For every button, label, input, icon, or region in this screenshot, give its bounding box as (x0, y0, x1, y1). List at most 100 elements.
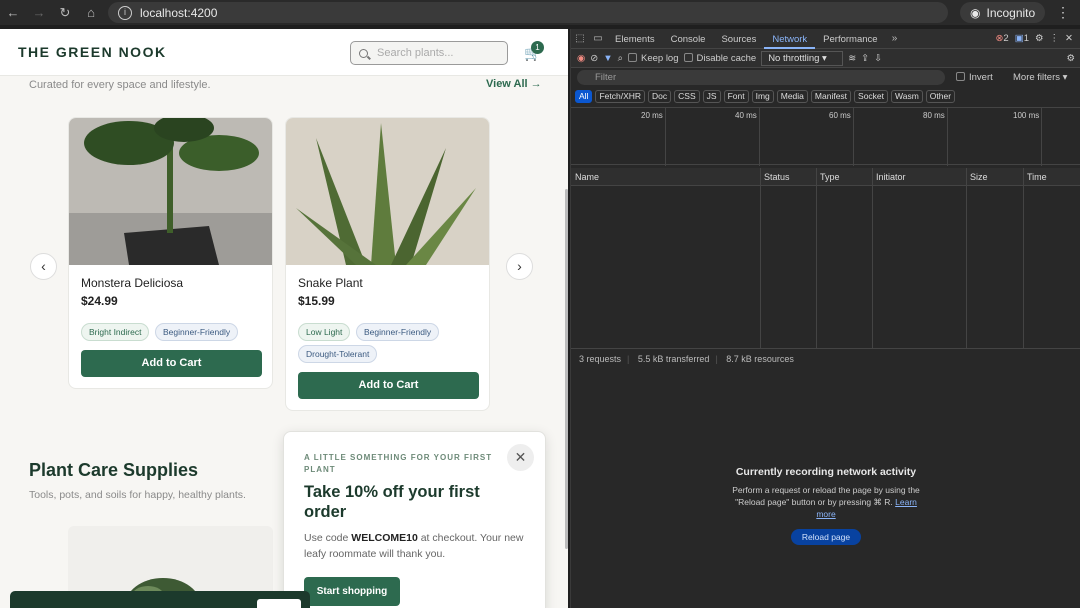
column-size[interactable]: Size (966, 168, 988, 186)
popup-title: Take 10% off your first order (304, 483, 480, 521)
devtools-menu-icon[interactable]: ⋮ (1050, 33, 1060, 44)
column-initiator[interactable]: Initiator (872, 168, 906, 186)
product-image-snake-plant[interactable] (286, 118, 489, 265)
page-scrollbar[interactable] (565, 189, 568, 549)
search-icon[interactable]: ⌕ (618, 53, 623, 64)
inspect-element-icon[interactable]: ⬚ (571, 33, 589, 44)
popup-kicker: A LITTLE SOMETHING FOR YOUR FIRST PLANT (304, 453, 493, 474)
timeline-mark: 20 ms (641, 111, 663, 120)
tab-network[interactable]: Network (764, 29, 816, 49)
import-har-icon[interactable]: ⇪ (861, 53, 869, 64)
type-filter-js[interactable]: JS (702, 90, 721, 103)
forward-icon[interactable]: → (26, 5, 52, 20)
record-icon[interactable]: ◉ (577, 53, 585, 64)
tab-console[interactable]: Console (663, 29, 714, 49)
url-text: localhost:4200 (140, 5, 218, 20)
section-title: Plant Care Supplies (29, 460, 199, 480)
view-all-link[interactable]: View All → (486, 78, 542, 90)
network-toolbar: ◉ ⊘ ▼ ⌕ Keep log Disable cache No thrott… (571, 49, 1080, 68)
type-filter-socket[interactable]: Socket (854, 90, 889, 103)
column-type[interactable]: Type (816, 168, 840, 186)
product-price: $24.99 (81, 294, 118, 308)
carousel-next-button[interactable]: › (506, 253, 533, 280)
tab-sources[interactable]: Sources (713, 29, 764, 49)
back-icon[interactable]: ← (0, 5, 26, 20)
type-filter-doc[interactable]: Doc (648, 90, 672, 103)
network-settings-icon[interactable]: ⚙ (1066, 53, 1080, 64)
product-tag: Low Light (298, 323, 351, 341)
disable-cache-checkbox[interactable]: Disable cache (683, 52, 756, 64)
product-tag: Beginner-Friendly (356, 323, 440, 341)
popup-body-text: Use code (304, 532, 352, 544)
type-filter-wasm[interactable]: Wasm (891, 90, 923, 103)
product-tag: Bright Indirect (81, 323, 150, 341)
column-time[interactable]: Time (1023, 168, 1047, 186)
product-image-monstera[interactable] (69, 118, 272, 265)
site-info-icon[interactable]: i (118, 5, 132, 20)
clear-icon[interactable]: ⊘ (590, 53, 598, 64)
resources-size: 8.7 kB resources (726, 354, 794, 364)
more-tabs-icon[interactable]: » (886, 33, 904, 44)
reload-page-button[interactable]: Reload page (791, 529, 861, 545)
product-tag: Drought-Tolerant (298, 345, 378, 363)
incognito-icon: ◉ (970, 5, 981, 20)
type-filter-img[interactable]: Img (751, 90, 774, 103)
product-name[interactable]: Monstera Deliciosa (81, 276, 183, 290)
carousel-prev-button[interactable]: ‹ (30, 253, 57, 280)
product-price: $15.99 (298, 294, 335, 308)
more-filters-button[interactable]: More filters ▾ (1013, 72, 1067, 83)
network-overview-timeline[interactable]: 20 ms 40 ms 60 ms 80 ms 100 ms (571, 107, 1080, 166)
start-shopping-button[interactable]: Start shopping (304, 577, 400, 606)
product-tag: Beginner-Friendly (155, 323, 239, 341)
incognito-badge[interactable]: ◉ Incognito (960, 2, 1046, 23)
errors-count[interactable]: ⊗2 (995, 33, 1008, 44)
home-icon[interactable]: ⌂ (78, 5, 104, 20)
filter-icon[interactable]: ▼ (603, 53, 612, 64)
close-devtools-icon[interactable]: ✕ (1065, 33, 1073, 44)
timeline-mark: 60 ms (829, 111, 851, 120)
column-name[interactable]: Name (571, 168, 599, 186)
banner-button[interactable] (257, 599, 301, 608)
messages-count[interactable]: ▣1 (1015, 33, 1029, 44)
popup-body: Use code WELCOME10 at checkout. Your new… (304, 530, 529, 562)
timeline-mark: 80 ms (923, 111, 945, 120)
type-filter-css[interactable]: CSS (674, 90, 700, 103)
reload-icon[interactable]: ↻ (52, 5, 78, 21)
tab-elements[interactable]: Elements (607, 29, 663, 49)
recording-title: Currently recording network activity (735, 466, 917, 478)
address-bar[interactable]: i localhost:4200 (108, 2, 948, 23)
settings-icon[interactable]: ⚙ (1035, 33, 1044, 44)
add-to-cart-button[interactable]: Add to Cart (81, 350, 262, 377)
filter-input[interactable]: Filter (577, 70, 945, 85)
timeline-mark: 100 ms (1013, 111, 1040, 120)
type-filter-all[interactable]: All (575, 90, 593, 103)
keep-log-checkbox[interactable]: Keep log (628, 52, 679, 64)
recording-help-text: Perform a request or reload the page by … (732, 485, 920, 507)
network-status-bar: 3 requests | 5.5 kB transferred | 8.7 kB r… (571, 348, 1080, 368)
device-toolbar-icon[interactable]: ▭ (589, 33, 607, 44)
search-icon (359, 48, 368, 58)
search-input[interactable]: Search plants... (350, 41, 508, 65)
type-filter-media[interactable]: Media (776, 90, 808, 103)
type-filter-other[interactable]: Other (925, 90, 956, 103)
add-to-cart-button[interactable]: Add to Cart (298, 372, 479, 399)
browser-menu-icon[interactable]: ⋮ (1056, 4, 1070, 21)
recording-help: Perform a request or reload the page by … (731, 484, 921, 520)
network-conditions-icon[interactable]: ≋ (848, 53, 856, 64)
throttling-select[interactable]: No throttling ▾ (761, 50, 844, 66)
type-filter-manifest[interactable]: Manifest (810, 90, 852, 103)
type-filter-fetch[interactable]: Fetch/XHR (595, 90, 646, 103)
invert-checkbox[interactable]: Invert (956, 72, 993, 83)
profile-label: Incognito (986, 5, 1036, 20)
timeline-mark: 40 ms (735, 111, 757, 120)
promo-code: WELCOME10 (351, 532, 418, 544)
close-popup-button[interactable]: ✕ (507, 444, 534, 471)
site-logo[interactable]: THE GREEN NOOK (18, 44, 167, 60)
request-count: 3 requests (579, 354, 622, 364)
export-har-icon[interactable]: ⇩ (874, 53, 882, 64)
product-name[interactable]: Snake Plant (298, 276, 363, 290)
browser-toolbar: ← → ↻ ⌂ i localhost:4200 ◉ Incognito ⋮ (0, 0, 1080, 25)
type-filter-font[interactable]: Font (723, 90, 749, 103)
column-status[interactable]: Status (760, 168, 790, 186)
tab-performance[interactable]: Performance (815, 29, 885, 49)
